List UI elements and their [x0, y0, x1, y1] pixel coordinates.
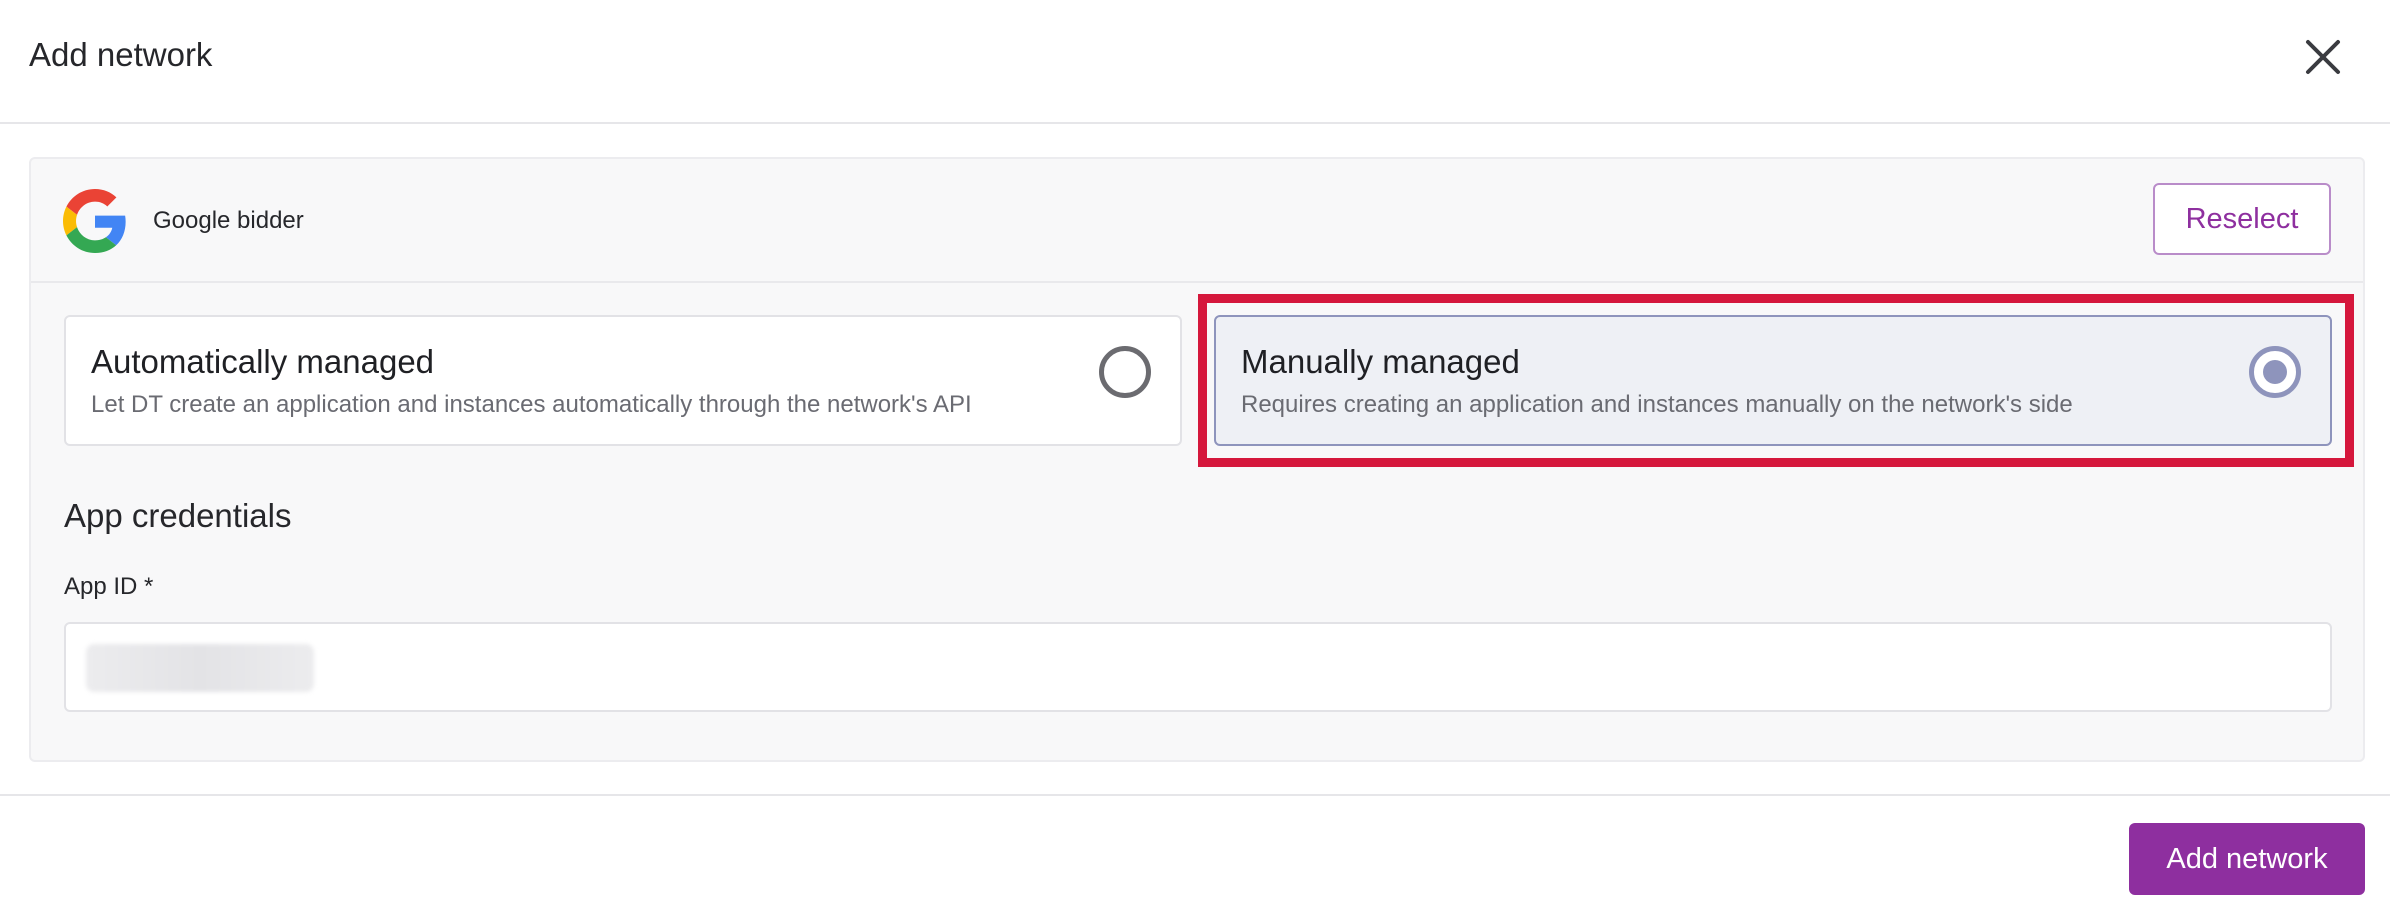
- selected-network-bar: Google bidder Reselect: [31, 159, 2363, 283]
- radio-dot: [2263, 360, 2287, 384]
- app-id-input[interactable]: [64, 622, 2332, 712]
- option-description: Requires creating an application and ins…: [1241, 391, 2073, 418]
- reselect-button[interactable]: Reselect: [2153, 183, 2331, 255]
- add-network-button[interactable]: Add network: [2129, 823, 2365, 895]
- section-title-app-credentials: App credentials: [64, 497, 292, 534]
- network-panel: Google bidder Reselect Automatically man…: [29, 157, 2365, 762]
- option-title: Automatically managed: [91, 343, 435, 380]
- option-description: Let DT create an application and instanc…: [91, 391, 972, 418]
- radio-button-unselected[interactable]: [1099, 346, 1151, 398]
- dialog-footer: Add network: [0, 794, 2390, 912]
- dialog-title: Add network: [29, 36, 213, 73]
- redacted-value: [86, 644, 314, 692]
- dialog-header: Add network: [0, 0, 2390, 124]
- network-name: Google bidder: [153, 207, 304, 234]
- app-id-label: App ID *: [64, 573, 154, 600]
- option-automatically-managed[interactable]: Automatically managed Let DT create an a…: [64, 315, 1182, 446]
- radio-button-selected[interactable]: [2249, 346, 2301, 398]
- google-icon: [63, 189, 127, 253]
- option-manually-managed[interactable]: Manually managed Requires creating an ap…: [1214, 315, 2332, 446]
- option-title: Manually managed: [1241, 343, 1520, 380]
- close-icon[interactable]: [2302, 36, 2344, 78]
